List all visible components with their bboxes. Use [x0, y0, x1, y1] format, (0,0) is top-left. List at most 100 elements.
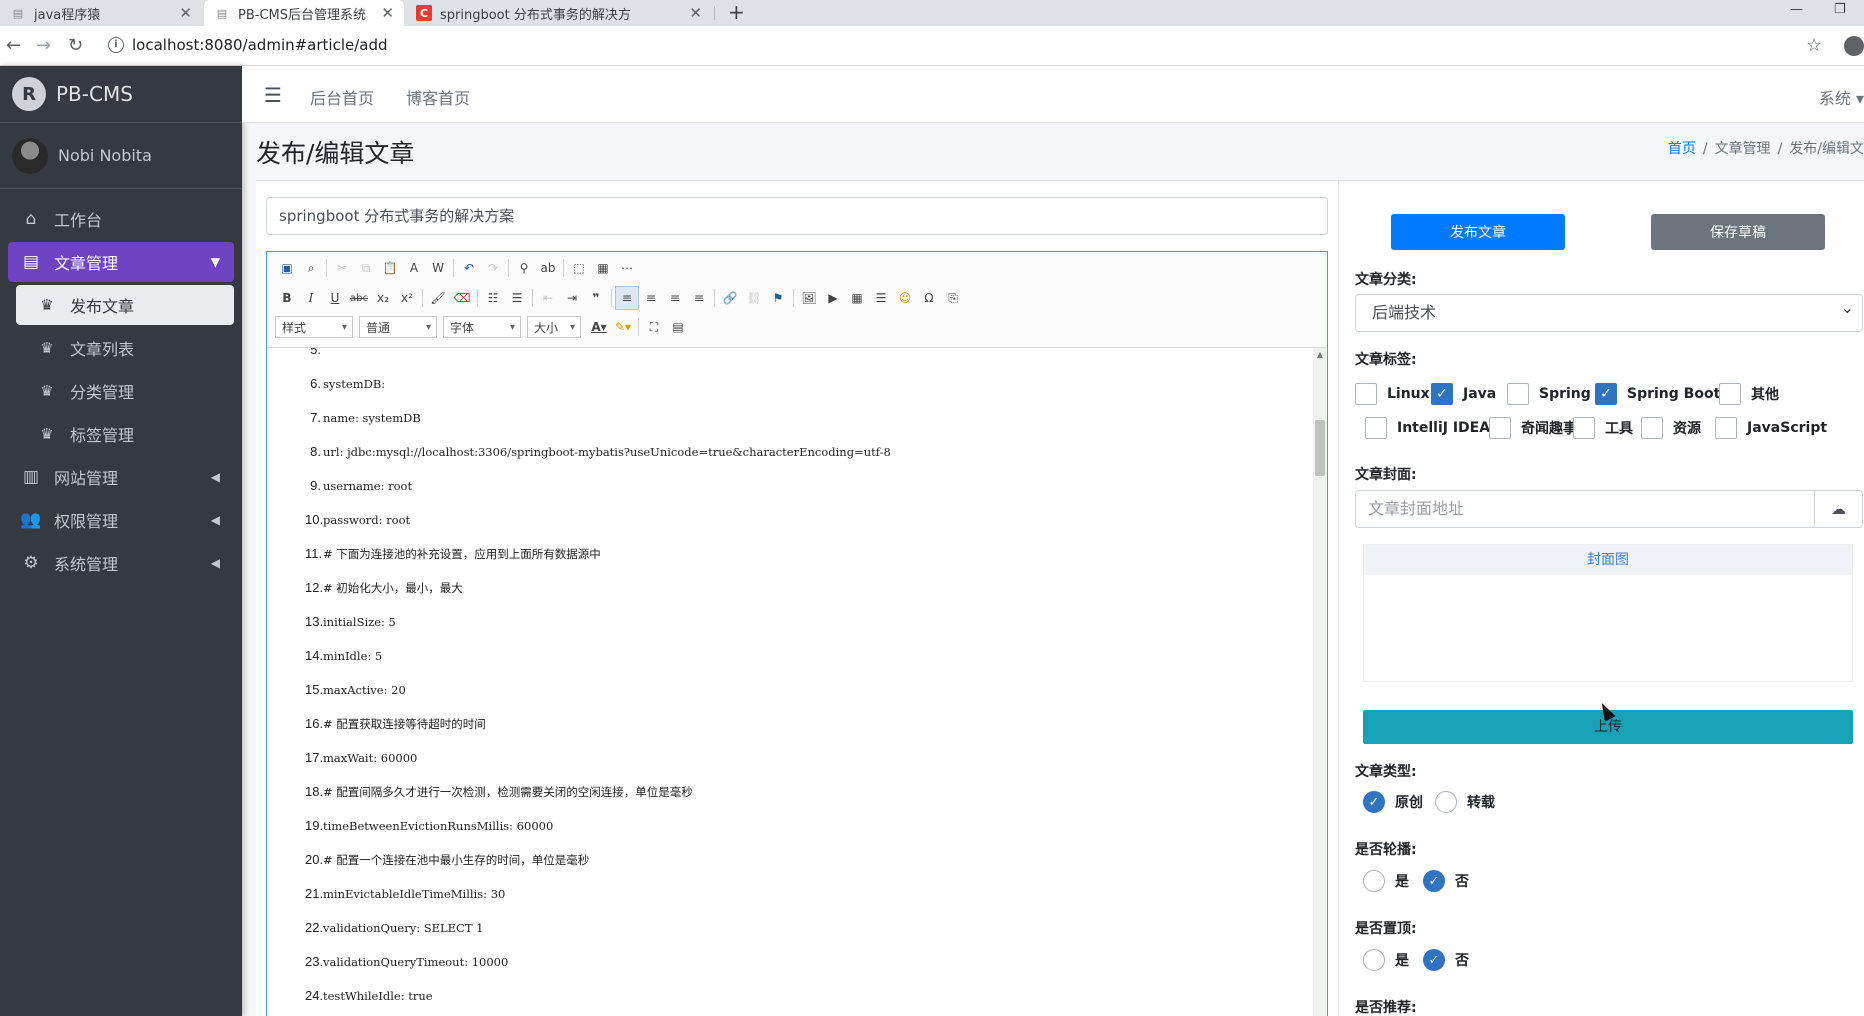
- ordered-list-icon[interactable]: ☷: [481, 286, 505, 310]
- cloud-upload-icon[interactable]: ☁: [1815, 490, 1863, 528]
- paste-icon[interactable]: 📋: [378, 256, 402, 280]
- font-dropdown[interactable]: 字体: [443, 316, 521, 338]
- user-panel[interactable]: Nobi Nobita: [0, 123, 242, 189]
- minimize-icon[interactable]: —: [1790, 0, 1803, 20]
- brand[interactable]: R PB-CMS: [0, 66, 242, 123]
- paste-word-icon[interactable]: W: [426, 256, 450, 280]
- select-all-icon[interactable]: ⬚: [567, 256, 591, 280]
- strikethrough-icon[interactable]: abc: [347, 286, 371, 310]
- editor-content[interactable]: 5. 6. systemDB: 7. name: systemDB 8. url: jdbc…: [267, 348, 1327, 1016]
- blockquote-icon[interactable]: ❞: [584, 286, 608, 310]
- save-icon[interactable]: ▣: [275, 256, 299, 280]
- save-draft-button[interactable]: 保存草稿: [1651, 214, 1825, 250]
- sidebar-item-system[interactable]: ⚙ 系统管理 ◀: [8, 543, 234, 583]
- article-title-input[interactable]: springboot 分布式事务的解决方案: [266, 197, 1328, 235]
- tag-checkbox[interactable]: 工具: [1573, 417, 1633, 439]
- tag-checkbox[interactable]: Spring: [1507, 383, 1591, 405]
- editor-scrollbar[interactable]: ▲: [1313, 348, 1327, 1016]
- url-field[interactable]: localhost:8080/admin#article/add: [132, 36, 388, 54]
- menu-toggle-icon[interactable]: ☰: [264, 83, 282, 107]
- reload-icon[interactable]: ↻: [68, 35, 83, 56]
- source-icon[interactable]: ▦: [591, 256, 615, 280]
- info-icon[interactable]: i: [108, 37, 124, 53]
- tag-checkbox[interactable]: 奇闻趣事: [1489, 417, 1577, 439]
- image-icon[interactable]: 🖼: [797, 286, 821, 310]
- show-blocks-icon[interactable]: ▤: [666, 315, 690, 339]
- top-yes-radio[interactable]: 是: [1363, 948, 1409, 972]
- preview-icon[interactable]: ⌕: [299, 256, 323, 280]
- cut-icon[interactable]: ✂: [330, 256, 354, 280]
- tag-checkbox[interactable]: 其他: [1719, 383, 1779, 405]
- special-char-icon[interactable]: Ω: [917, 286, 941, 310]
- align-justify-icon[interactable]: ≡: [687, 286, 711, 310]
- undo-icon[interactable]: ↶: [457, 256, 481, 280]
- horizontal-rule-icon[interactable]: ☰: [869, 286, 893, 310]
- carousel-no-radio[interactable]: ✓ 否: [1423, 869, 1469, 893]
- anchor-flag-icon[interactable]: ⚑: [766, 286, 790, 310]
- close-icon[interactable]: ✕: [381, 4, 394, 22]
- bold-icon[interactable]: B: [275, 286, 299, 310]
- back-icon[interactable]: ←: [6, 35, 21, 56]
- scrollbar-thumb[interactable]: [1315, 420, 1325, 476]
- paste-text-icon[interactable]: A: [402, 256, 426, 280]
- tag-checkbox[interactable]: ✓ Spring Boot: [1595, 383, 1720, 405]
- italic-icon[interactable]: I: [299, 286, 323, 310]
- forward-icon[interactable]: →: [36, 35, 51, 56]
- system-dropdown[interactable]: 系统 ▾: [1819, 85, 1864, 109]
- profile-icon[interactable]: [1844, 36, 1864, 56]
- category-select[interactable]: 后端技术: [1355, 290, 1863, 332]
- browser-tab-1[interactable]: ▤ java程序猿 ✕: [0, 0, 202, 26]
- sidebar-subitem-publish[interactable]: ♛ 发布文章: [16, 285, 234, 325]
- tag-checkbox[interactable]: ✓ Java: [1431, 383, 1496, 405]
- indent-icon[interactable]: ⇥: [560, 286, 584, 310]
- underline-icon[interactable]: U: [323, 286, 347, 310]
- bookmark-star-icon[interactable]: ☆: [1806, 35, 1822, 56]
- sidebar-item-website[interactable]: ▥ 网站管理 ◀: [8, 457, 234, 497]
- format-dropdown[interactable]: 普通: [359, 316, 437, 338]
- sidebar-item-dashboard[interactable]: ⌂ 工作台: [8, 199, 234, 239]
- close-icon[interactable]: ✕: [179, 4, 192, 22]
- breadcrumb-home[interactable]: 首页: [1668, 141, 1696, 157]
- sidebar-item-articles[interactable]: ▤ 文章管理 ▼: [8, 242, 234, 282]
- browser-tab-3[interactable]: C springboot 分布式事务的解决方 ✕: [406, 0, 712, 26]
- nav-link-blog-home[interactable]: 博客首页: [406, 85, 470, 109]
- sidebar-subitem-tags[interactable]: ♛ 标签管理: [16, 414, 234, 454]
- emoji-icon[interactable]: ☺: [893, 286, 917, 310]
- carousel-yes-radio[interactable]: 是: [1363, 869, 1409, 893]
- align-center-icon[interactable]: ≡: [639, 286, 663, 310]
- sidebar-item-permissions[interactable]: 👥 权限管理 ◀: [8, 500, 234, 540]
- unordered-list-icon[interactable]: ☰: [505, 286, 529, 310]
- text-color-icon[interactable]: A▾: [587, 315, 611, 339]
- align-right-icon[interactable]: ≡: [663, 286, 687, 310]
- tag-checkbox[interactable]: Linux: [1355, 383, 1430, 405]
- format-painter-icon[interactable]: 🖌: [426, 286, 450, 310]
- sidebar-subitem-categories[interactable]: ♛ 分类管理: [16, 371, 234, 411]
- restore-icon[interactable]: ❐: [1834, 0, 1846, 20]
- browser-tab-2[interactable]: ▤ PB-CMS后台管理系统 ✕: [204, 0, 404, 26]
- align-left-icon[interactable]: ≡: [615, 286, 639, 310]
- top-no-radio[interactable]: ✓ 否: [1423, 948, 1469, 972]
- copy-icon[interactable]: ⧉: [354, 256, 378, 280]
- scroll-up-icon[interactable]: ▲: [1313, 350, 1327, 359]
- styles-dropdown[interactable]: 样式: [275, 316, 353, 338]
- unlink-icon[interactable]: ⛓: [742, 286, 766, 310]
- remove-format-icon[interactable]: ⌫: [450, 286, 474, 310]
- subscript-icon[interactable]: x₂: [371, 286, 395, 310]
- bg-color-icon[interactable]: ✎▾: [611, 315, 635, 339]
- maximize-icon[interactable]: ⛶: [642, 315, 666, 339]
- type-repost-radio[interactable]: 转载: [1435, 790, 1495, 814]
- nav-link-admin-home[interactable]: 后台首页: [310, 85, 374, 109]
- tag-checkbox[interactable]: JavaScript: [1715, 417, 1827, 439]
- find-icon[interactable]: ⚲: [512, 256, 536, 280]
- redo-icon[interactable]: ↷: [481, 256, 505, 280]
- publish-button[interactable]: 发布文章: [1391, 214, 1565, 250]
- cover-url-input[interactable]: 文章封面地址: [1355, 490, 1815, 528]
- page-break-icon[interactable]: ⎘: [941, 286, 965, 310]
- outdent-icon[interactable]: ⇤: [536, 286, 560, 310]
- new-tab-icon[interactable]: +: [728, 0, 745, 26]
- replace-icon[interactable]: ab: [536, 256, 560, 280]
- close-icon[interactable]: ✕: [689, 4, 702, 22]
- type-original-radio[interactable]: ✓ 原创: [1363, 790, 1423, 814]
- tag-checkbox[interactable]: IntelliJ IDEA: [1365, 417, 1490, 439]
- link-icon[interactable]: 🔗: [718, 286, 742, 310]
